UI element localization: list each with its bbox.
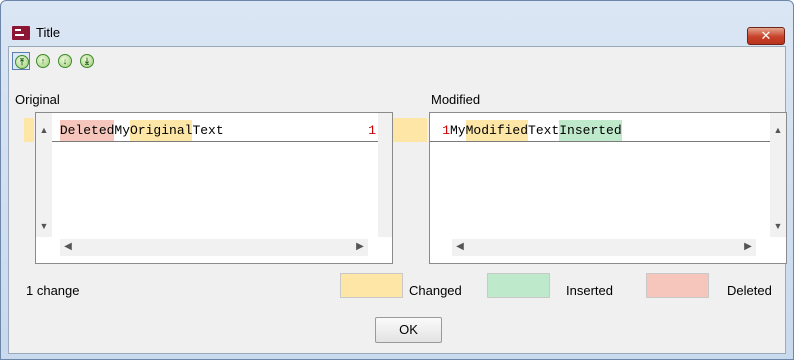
- inserted-legend-label: Inserted: [566, 283, 613, 298]
- scroll-right-icon[interactable]: ▶: [740, 241, 756, 252]
- scroll-down-icon[interactable]: ▼: [36, 221, 52, 231]
- deleted-segment: Deleted: [59, 120, 115, 141]
- change-count: 1 change: [26, 283, 80, 298]
- app-logo-icon: [12, 26, 30, 40]
- deleted-legend-label: Deleted: [727, 283, 772, 298]
- inserted-swatch: [487, 273, 550, 298]
- next-change-button[interactable]: ↓: [56, 52, 74, 70]
- vertical-scrollbar[interactable]: ▲ ▼: [36, 113, 52, 237]
- changed-segment: Modified: [465, 120, 529, 141]
- changed-legend-label: Changed: [409, 283, 462, 298]
- original-label: Original: [15, 92, 60, 107]
- arrow-top-icon: ⤒: [15, 55, 29, 69]
- line-number: 1: [368, 123, 376, 138]
- text-segment: Text: [528, 123, 560, 138]
- close-button[interactable]: ✕: [747, 27, 785, 45]
- text-segment: My: [114, 123, 131, 138]
- scroll-left-icon[interactable]: ◀: [452, 241, 468, 252]
- window-title: Title: [36, 25, 61, 40]
- previous-change-button[interactable]: ↑: [34, 52, 52, 70]
- deleted-swatch: [646, 273, 709, 298]
- horizontal-scrollbar[interactable]: ◀ ▶: [452, 239, 756, 256]
- inserted-segment: Inserted: [559, 120, 622, 141]
- original-text-line: Deleted My Original Text 1: [36, 120, 392, 142]
- scroll-down-icon[interactable]: ▼: [770, 221, 786, 231]
- ok-button[interactable]: OK: [375, 317, 442, 343]
- scroll-up-icon[interactable]: ▲: [36, 125, 52, 135]
- scroll-up-icon[interactable]: ▲: [770, 125, 786, 135]
- modified-text-panel[interactable]: 1My Modified Text Inserted ▲ ▼ ◀ ▶: [429, 112, 787, 264]
- changed-swatch: [340, 273, 403, 298]
- text-segment: Text: [192, 123, 224, 138]
- scroll-right-icon[interactable]: ▶: [352, 241, 368, 252]
- line-number: 1: [442, 123, 450, 138]
- scroll-left-icon[interactable]: ◀: [60, 241, 76, 252]
- vertical-scrollbar[interactable]: ▲ ▼: [770, 113, 786, 237]
- changed-segment: Original: [130, 120, 193, 141]
- arrow-up-icon: ↑: [36, 54, 50, 68]
- diff-marker-left: [24, 118, 34, 142]
- original-text-panel[interactable]: Deleted My Original Text 1 ▲ ▼ ◀ ▶: [35, 112, 393, 264]
- arrow-down-icon: ↓: [58, 54, 72, 68]
- text-segment: My: [450, 123, 466, 138]
- modified-label: Modified: [431, 92, 481, 107]
- diff-connector: [392, 118, 427, 142]
- modified-text-line: 1My Modified Text Inserted: [430, 120, 786, 142]
- last-change-button[interactable]: ⤓: [78, 52, 96, 70]
- first-change-button[interactable]: ⤒: [12, 52, 30, 70]
- title-bar: Title ✕: [1, 1, 793, 47]
- right-gutter: [378, 113, 392, 237]
- horizontal-scrollbar[interactable]: ◀ ▶: [60, 239, 368, 256]
- arrow-bottom-icon: ⤓: [80, 54, 94, 68]
